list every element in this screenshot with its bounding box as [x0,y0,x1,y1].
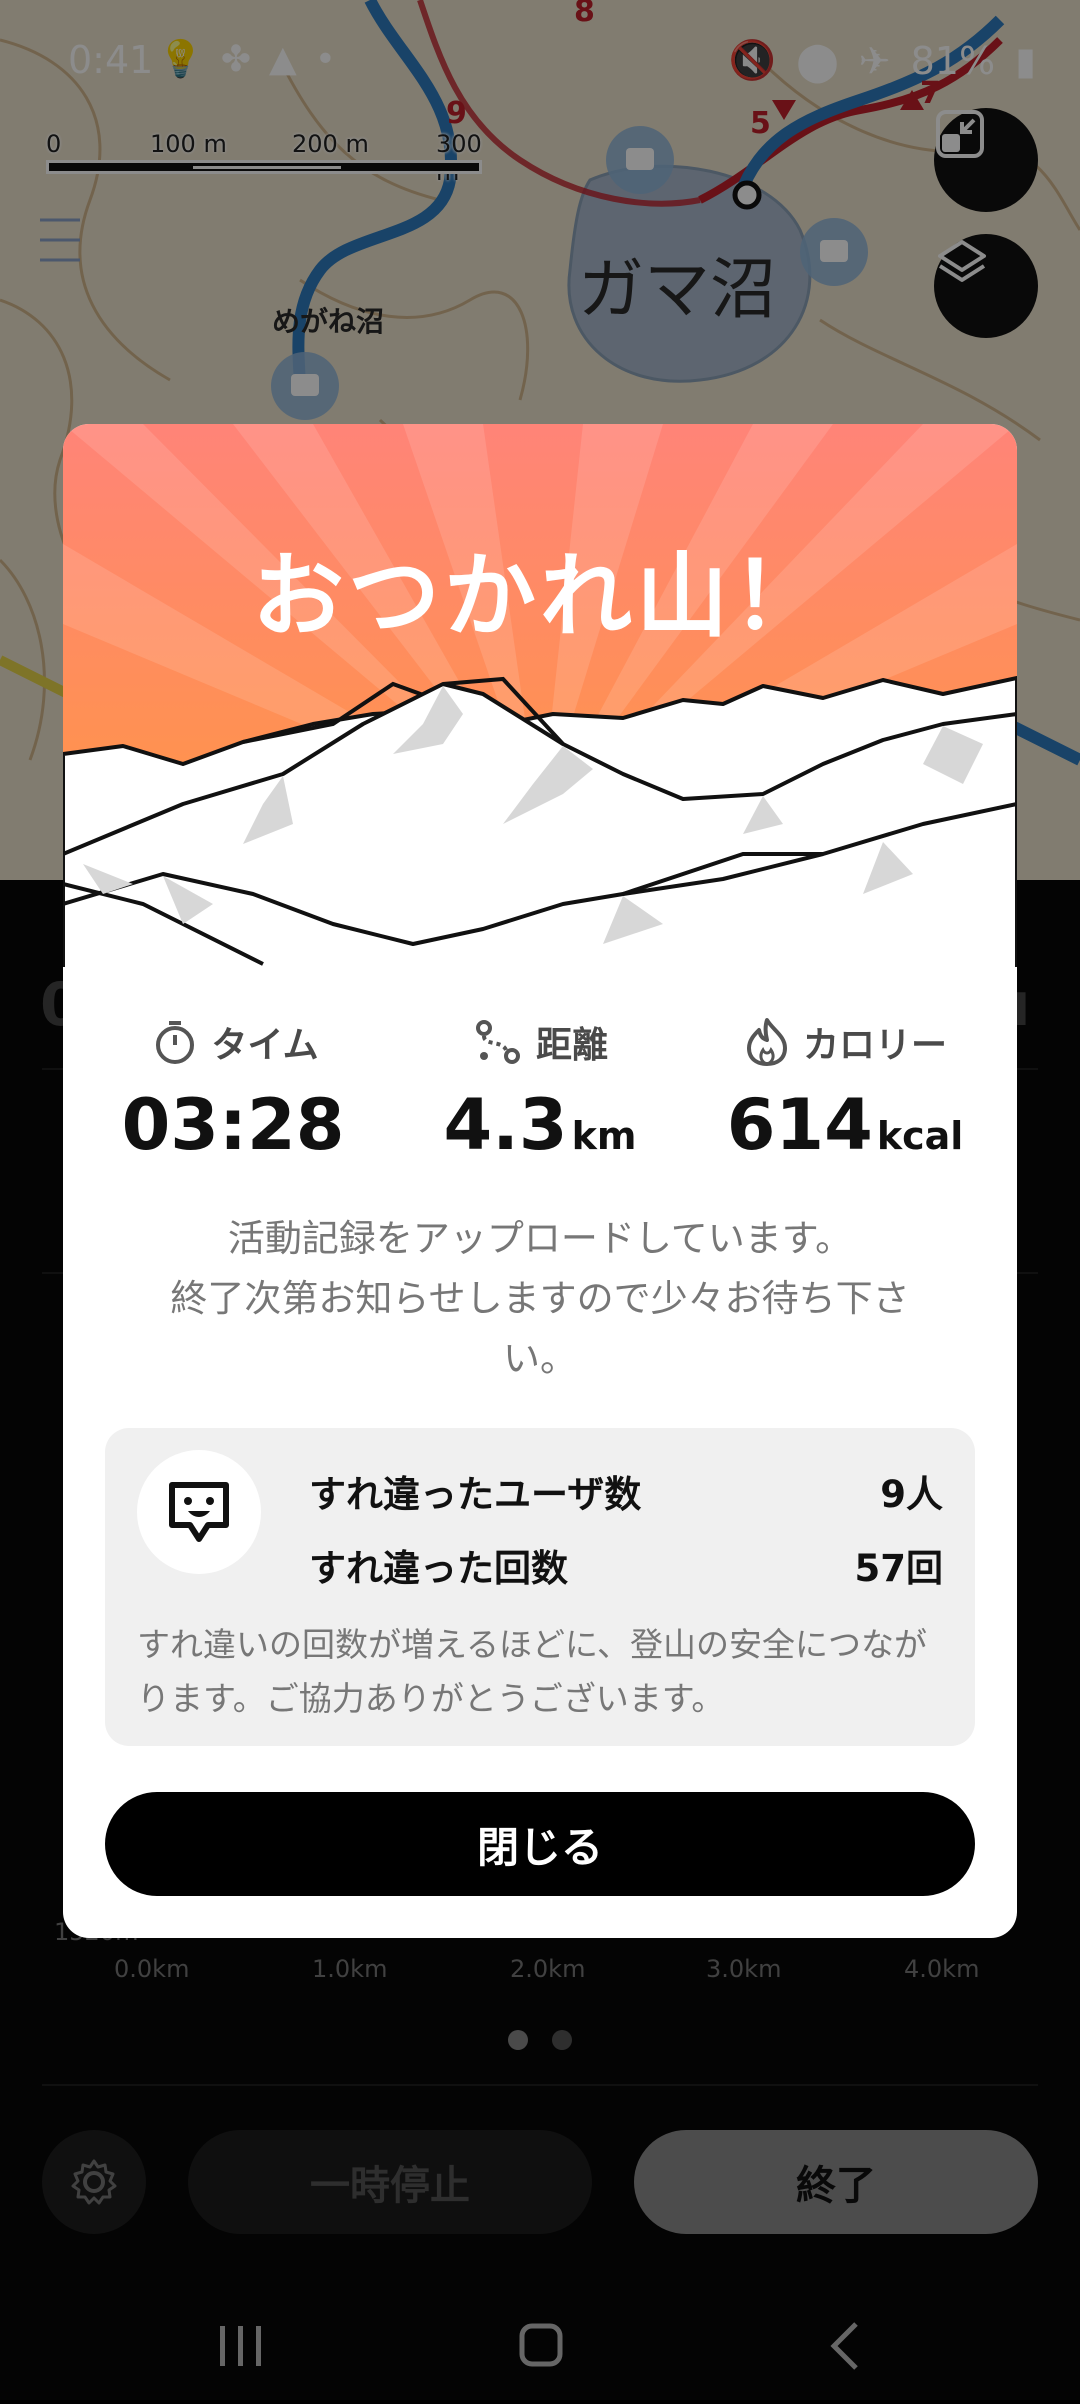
passing-note: すれ違いの回数が増えるほどに、登山の安全につながります。ご協力ありがとうございま… [137,1625,928,1718]
stat-calories: カロリー 614 kcal [695,1014,995,1166]
distance-tick: 4.0km [904,1955,980,1983]
stat-distance-label: 距離 [535,1025,608,1066]
stat-distance-value: 4.3 [443,1084,568,1166]
map-scale-bar: 0 100 m 200 m 300 m [46,130,486,186]
battery-icon: ▮ [1015,38,1036,83]
page-dot[interactable] [552,2030,572,2050]
passing-info-card: すれ違ったユーザ数 9人 すれ違った回数 57回 すれ違いの回数が増えるほどに、… [105,1428,975,1746]
pause-button[interactable]: 一時停止 [188,2130,592,2234]
fan-icon: ✤ [220,39,269,80]
completion-dialog: おつかれ山！ タイム 03:28 距離 4.3 km カロリー 614 kcal… [63,424,1017,1938]
divider [42,2084,1038,2086]
dialog-title: おつかれ山！ [251,543,828,650]
upload-message-line: 活動記録をアップロードしています。 [227,1217,853,1260]
upload-message-line: い。 [503,1337,577,1380]
stat-time-value: 03:28 [121,1084,345,1166]
hero-banner: おつかれ山！ [63,424,1017,969]
stat-time: タイム 03:28 [85,1014,385,1166]
scale-label: 0 [46,130,62,158]
stat-calories-label: カロリー [802,1025,947,1066]
distance-tick: 2.0km [510,1955,586,1983]
mountain-illustration [63,424,1017,969]
happy-chat-icon [169,1482,229,1542]
stopwatch-icon [156,1021,195,1064]
status-icons-right: 🔇 ⬤ ✈ 81% ▮ [729,38,1036,83]
close-button[interactable]: 閉じる [105,1792,975,1896]
home-icon[interactable] [519,2323,563,2367]
passed-users-row: すれ違ったユーザ数 9人 [309,1464,943,1518]
mute-icon: 🔇 [728,38,777,82]
passed-users-value: 9人 [880,1473,943,1516]
distance-tick: 3.0km [706,1955,782,1983]
scale-label: 200 m [292,130,369,158]
dot-icon: • [314,39,354,80]
settings-button[interactable] [42,2130,146,2234]
status-icons-left: 💡✤▲• [158,38,354,80]
flame-icon [746,1018,787,1066]
passing-avatar [137,1450,261,1574]
gear-icon [71,2159,117,2205]
stat-calories-value: 614 [726,1084,873,1166]
scale-label: 100 m [150,130,227,158]
triangle-icon: ▲ [269,39,315,80]
place-label-meganenuma: めがね沼 [272,305,385,338]
passed-count-value: 57回 [854,1547,944,1590]
recent-apps-icon[interactable] [220,2326,261,2366]
scale-label: 300 m [436,130,482,186]
stat-time-label: タイム [211,1025,319,1066]
distance-tick: 0.0km [114,1955,190,1983]
place-label-gamanuma: ガマ沼 [578,251,776,328]
status-time: 0:41 [68,38,154,82]
stat-distance: 距離 4.3 km [390,1014,690,1166]
end-button[interactable]: 終了 [634,2130,1038,2234]
passed-count-label: すれ違った回数 [309,1547,568,1590]
status-bar: 0:41 💡✤▲• 🔇 ⬤ ✈ 81% ▮ [0,0,1080,120]
passed-users-label: すれ違ったユーザ数 [309,1473,642,1516]
system-nav-bar [0,2290,1080,2400]
location-icon: ⬤ [796,38,839,83]
page-dot[interactable] [508,2030,528,2050]
stat-distance-unit: km [571,1114,637,1158]
upload-message-line: 終了次第お知らせしますので少々お待ち下さ [170,1277,910,1320]
route-icon [475,1020,520,1064]
back-icon[interactable] [830,2322,858,2370]
battery-level: 81% [910,38,996,83]
fit-view-button[interactable] [934,108,1038,212]
stat-calories-unit: kcal [876,1114,964,1158]
layers-button[interactable] [934,234,1038,338]
passed-count-row: すれ違った回数 57回 [309,1538,943,1592]
airplane-icon: ✈ [858,38,891,83]
upload-message: 活動記録をアップロードしています。 終了次第お知らせしますので少々お待ち下さ い… [103,1209,977,1389]
activity-stats: タイム 03:28 距離 4.3 km カロリー 614 kcal [63,1014,1017,1166]
distance-tick: 1.0km [312,1955,388,1983]
scale-bar-line [46,160,482,174]
layers-icon [938,240,986,282]
page-indicator [508,2030,572,2050]
bulb-icon: 💡 [158,39,221,80]
